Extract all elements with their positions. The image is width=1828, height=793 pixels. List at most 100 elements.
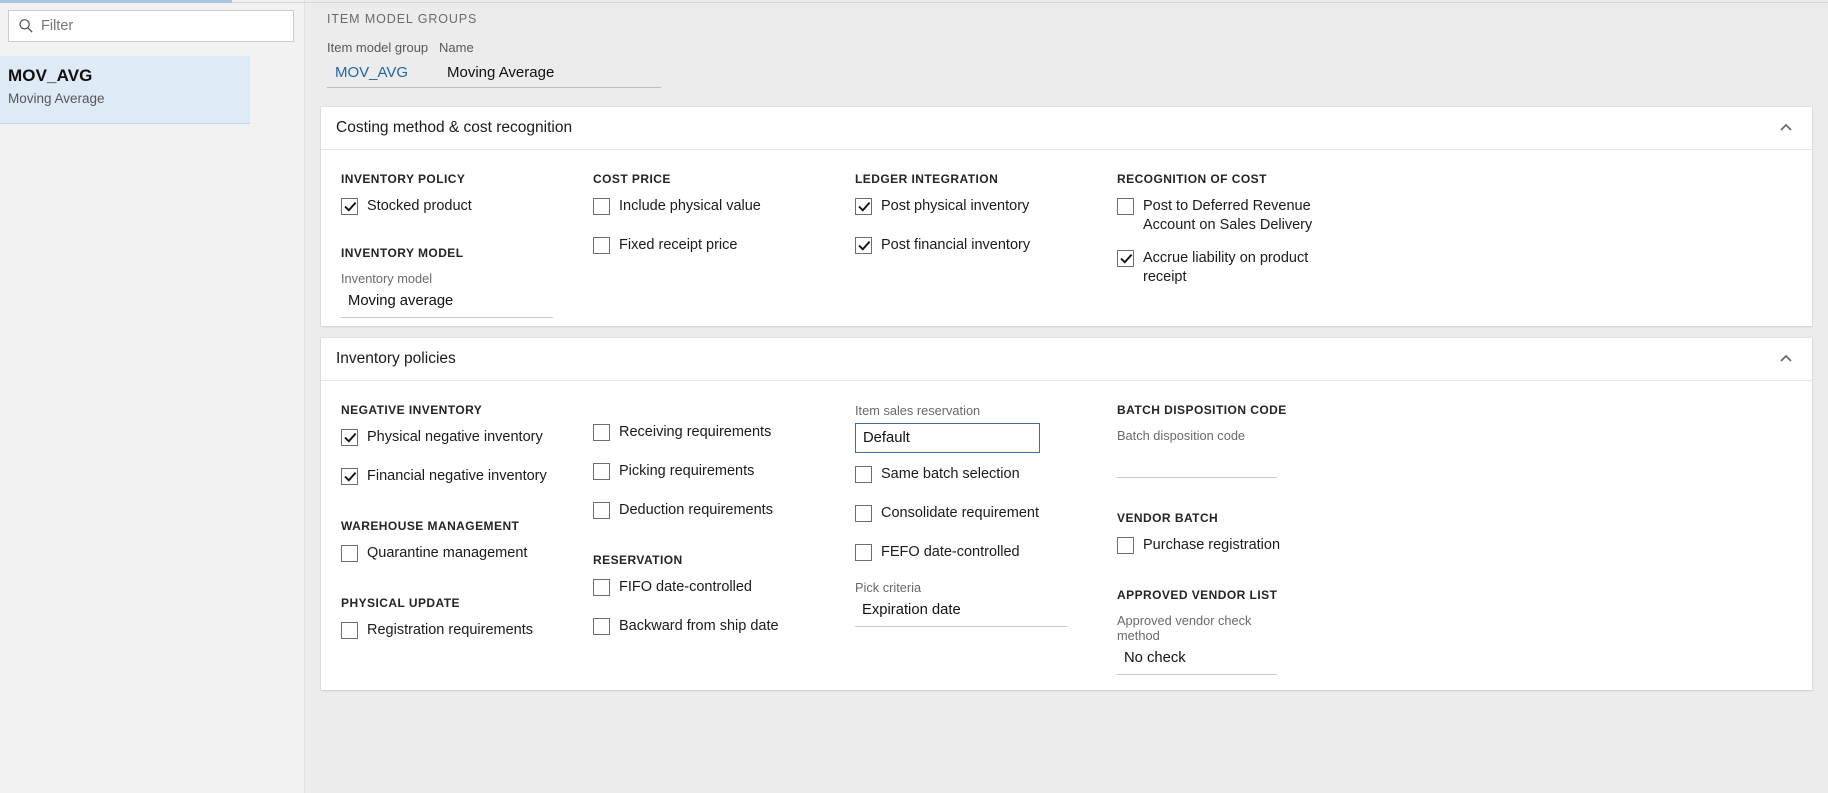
checkbox-unchecked-icon bbox=[855, 505, 872, 522]
sidebar: MOV_AVG Moving Average bbox=[0, 0, 305, 793]
checkbox-fefo-date-controlled[interactable]: FEFO date-controlled bbox=[855, 543, 1097, 562]
checkbox-fifo-date-controlled[interactable]: FIFO date-controlled bbox=[593, 578, 835, 597]
checkbox-post-physical-inventory[interactable]: Post physical inventory bbox=[855, 197, 1097, 216]
field-label: Item sales reservation bbox=[855, 403, 981, 418]
checkbox-label: Quarantine management bbox=[367, 545, 528, 561]
chevron-up-icon[interactable] bbox=[1776, 349, 1796, 369]
checkbox-fixed-receipt-price[interactable]: Fixed receipt price bbox=[593, 236, 835, 255]
checkbox-label: Post financial inventory bbox=[881, 237, 1031, 253]
checkbox-checked-icon bbox=[341, 429, 358, 446]
checkbox-label: Picking requirements bbox=[619, 463, 755, 479]
field-label: Batch disposition code bbox=[1117, 428, 1246, 443]
checkbox-purchase-registration[interactable]: Purchase registration bbox=[1117, 536, 1359, 555]
filter-container bbox=[0, 0, 304, 42]
checkbox-unchecked-icon bbox=[593, 198, 610, 215]
column-batch-vendor: BATCH DISPOSITION CODE Batch disposition… bbox=[1107, 403, 1369, 689]
field-label: Item model group bbox=[327, 40, 429, 55]
group-title-physical-update: PHYSICAL UPDATE bbox=[341, 596, 460, 610]
group-title: RECOGNITION OF COST bbox=[1117, 172, 1267, 186]
main-content: ITEM MODEL GROUPS Item model group MOV_A… bbox=[305, 0, 1828, 793]
checkbox-unchecked-icon bbox=[855, 466, 872, 483]
checkbox-unchecked-icon bbox=[593, 237, 610, 254]
checkbox-label: Receiving requirements bbox=[619, 424, 772, 440]
checkbox-label: Same batch selection bbox=[881, 466, 1020, 482]
checkbox-include-physical-value[interactable]: Include physical value bbox=[593, 197, 835, 216]
group-title: NEGATIVE INVENTORY bbox=[341, 403, 483, 417]
checkbox-unchecked-icon bbox=[855, 544, 872, 561]
checkbox-label: Post to Deferred Revenue Account on Sale… bbox=[1143, 198, 1313, 233]
item-model-group-link[interactable]: MOV_AVG bbox=[327, 63, 439, 88]
panel-body: NEGATIVE INVENTORY Physical negative inv… bbox=[321, 381, 1812, 707]
checkbox-quarantine-management[interactable]: Quarantine management bbox=[341, 544, 573, 563]
panel-title: Costing method & cost recognition bbox=[336, 119, 573, 136]
field-value bbox=[1117, 448, 1277, 478]
checkbox-unchecked-icon bbox=[341, 622, 358, 639]
checkbox-financial-negative-inventory[interactable]: Financial negative inventory bbox=[341, 467, 573, 486]
checkbox-stocked-product[interactable]: Stocked product bbox=[341, 197, 573, 216]
field-inventory-model[interactable]: Inventory model Moving average bbox=[341, 271, 553, 318]
checkbox-label: Deduction requirements bbox=[619, 502, 773, 518]
list-item-title: MOV_AVG bbox=[8, 66, 93, 85]
filter-box[interactable] bbox=[8, 10, 294, 42]
field-name: Name Moving Average bbox=[439, 40, 661, 88]
checkbox-backward-from-ship-date[interactable]: Backward from ship date bbox=[593, 617, 835, 636]
column-negative-inventory: NEGATIVE INVENTORY Physical negative inv… bbox=[321, 403, 583, 689]
field-value: No check bbox=[1117, 648, 1277, 675]
page-title: ITEM MODEL GROUPS bbox=[327, 12, 478, 26]
filter-input[interactable] bbox=[41, 11, 285, 41]
checkbox-registration-requirements[interactable]: Registration requirements bbox=[341, 621, 573, 640]
checkbox-unchecked-icon bbox=[593, 579, 610, 596]
column-requirements: Receiving requirements Picking requireme… bbox=[583, 403, 845, 689]
field-label: Inventory model bbox=[341, 271, 433, 286]
header-fields: Item model group MOV_AVG Name Moving Ave… bbox=[323, 40, 1828, 88]
checkbox-post-to-deferred-revenue[interactable]: Post to Deferred Revenue Account on Sale… bbox=[1117, 197, 1359, 235]
list-item[interactable]: MOV_AVG Moving Average bbox=[0, 56, 250, 124]
field-approved-vendor-check-method[interactable]: Approved vendor check method No check bbox=[1117, 613, 1277, 675]
checkbox-label: Backward from ship date bbox=[619, 618, 779, 634]
checkbox-physical-negative-inventory[interactable]: Physical negative inventory bbox=[341, 428, 573, 447]
field-value: Default bbox=[855, 423, 1040, 453]
panel-header[interactable]: Costing method & cost recognition bbox=[321, 107, 1812, 150]
panels: Costing method & cost recognition INVENT… bbox=[305, 107, 1828, 690]
chevron-up-icon[interactable] bbox=[1776, 118, 1796, 138]
list-item-subtitle: Moving Average bbox=[8, 91, 105, 106]
group-inventory-policy: INVENTORY POLICY Stocked product INVENTO… bbox=[321, 172, 583, 332]
checkbox-same-batch-selection[interactable]: Same batch selection bbox=[855, 465, 1097, 484]
checkbox-label: Consolidate requirement bbox=[881, 505, 1039, 521]
app-window: MOV_AVG Moving Average ITEM MODEL GROUPS… bbox=[0, 0, 1828, 793]
group-title-reservation: RESERVATION bbox=[593, 553, 683, 567]
checkbox-label: Purchase registration bbox=[1143, 537, 1281, 553]
group-title-approved-vendor-list: APPROVED VENDOR LIST bbox=[1117, 588, 1278, 602]
checkbox-checked-icon bbox=[855, 198, 872, 215]
checkbox-label: FIFO date-controlled bbox=[619, 579, 752, 595]
checkbox-label: FEFO date-controlled bbox=[881, 544, 1020, 560]
checkbox-deduction-requirements[interactable]: Deduction requirements bbox=[593, 501, 835, 520]
checkbox-unchecked-icon bbox=[1117, 198, 1134, 215]
checkbox-label: Include physical value bbox=[619, 198, 761, 214]
checkbox-label: Fixed receipt price bbox=[619, 237, 738, 253]
field-pick-criteria[interactable]: Pick criteria Expiration date bbox=[855, 580, 1067, 627]
checkbox-accrue-liability[interactable]: Accrue liability on product receipt bbox=[1117, 249, 1359, 287]
checkbox-checked-icon bbox=[341, 468, 358, 485]
checkbox-unchecked-icon bbox=[593, 502, 610, 519]
panel-header[interactable]: Inventory policies bbox=[321, 338, 1812, 381]
field-label: Pick criteria bbox=[855, 580, 922, 595]
panel-body: INVENTORY POLICY Stocked product INVENTO… bbox=[321, 150, 1812, 350]
checkbox-unchecked-icon bbox=[1117, 537, 1134, 554]
field-batch-disposition-code[interactable]: Batch disposition code bbox=[1117, 428, 1277, 478]
item-model-group-list: MOV_AVG Moving Average bbox=[0, 56, 304, 124]
column-item-sales-reservation: Item sales reservation Default Same batc… bbox=[845, 403, 1107, 689]
field-item-sales-reservation[interactable]: Item sales reservation Default bbox=[855, 403, 1040, 453]
top-hairline bbox=[232, 2, 1828, 3]
checkbox-unchecked-icon bbox=[593, 463, 610, 480]
checkbox-checked-icon bbox=[1117, 250, 1134, 267]
group-cost-price: COST PRICE Include physical value Fixed … bbox=[583, 172, 845, 332]
checkbox-consolidate-requirement[interactable]: Consolidate requirement bbox=[855, 504, 1097, 523]
name-value[interactable]: Moving Average bbox=[439, 63, 661, 88]
checkbox-label: Financial negative inventory bbox=[367, 468, 547, 484]
checkbox-picking-requirements[interactable]: Picking requirements bbox=[593, 462, 835, 481]
group-title-inventory-model: INVENTORY MODEL bbox=[341, 246, 464, 260]
checkbox-receiving-requirements[interactable]: Receiving requirements bbox=[593, 423, 835, 442]
field-value: Moving average bbox=[341, 291, 553, 318]
checkbox-post-financial-inventory[interactable]: Post financial inventory bbox=[855, 236, 1097, 255]
